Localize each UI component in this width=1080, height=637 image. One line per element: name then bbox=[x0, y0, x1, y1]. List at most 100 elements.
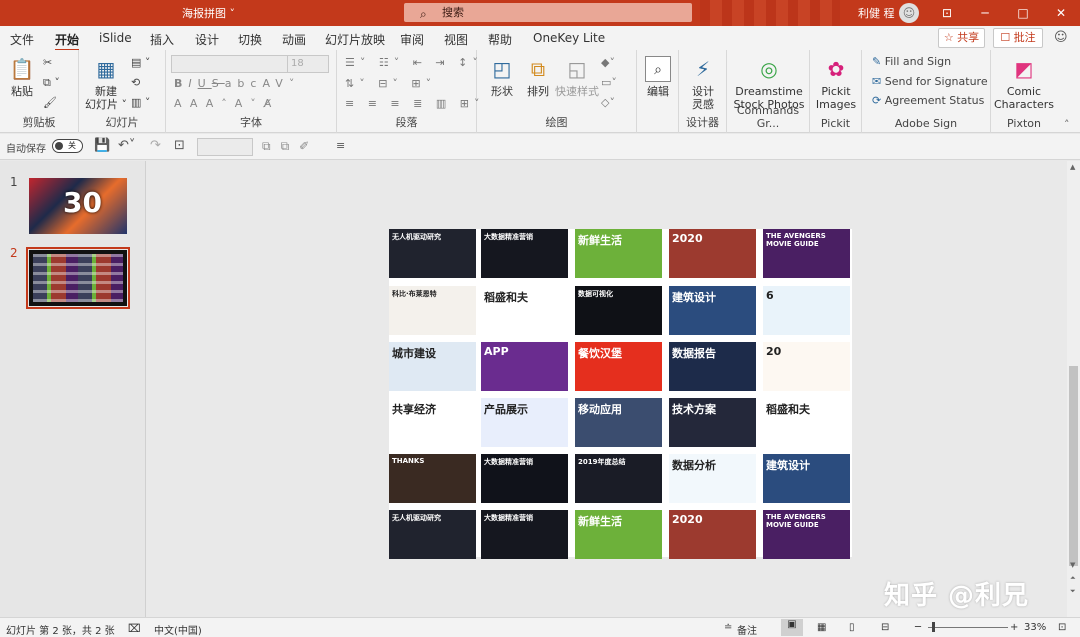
user-name[interactable]: 利健 程 bbox=[858, 5, 895, 21]
collapse-ribbon-icon[interactable]: ˄ bbox=[1064, 118, 1070, 131]
grow-font-button[interactable]: A˄ bbox=[206, 97, 235, 110]
clear-format-button[interactable]: A̸ bbox=[264, 97, 280, 110]
redo-icon[interactable]: ↷ bbox=[150, 138, 161, 153]
slide-tile[interactable]: 6 bbox=[763, 286, 850, 335]
qat-extra-icons[interactable]: ⧉⧉✐ bbox=[262, 139, 319, 154]
slide-thumbnail-1[interactable]: 30 bbox=[29, 178, 127, 234]
bold-button[interactable]: B bbox=[174, 77, 188, 90]
slide-tile[interactable]: THE AVENGERS MOVIE GUIDE bbox=[763, 229, 850, 278]
list-buttons[interactable]: ☰˅ ☷˅ ⇤ ⇥ ↕˅ bbox=[345, 56, 483, 69]
minimize-button[interactable]: ─ bbox=[966, 0, 1004, 26]
notes-icon[interactable]: ≐ bbox=[724, 622, 732, 633]
next-slide-icon[interactable]: ⏷ bbox=[1070, 587, 1076, 596]
slide-tile[interactable]: 新鲜生活 bbox=[575, 510, 662, 559]
editing-button[interactable]: ⌕ 编辑 bbox=[641, 56, 675, 98]
scroll-up-icon[interactable]: ▲ bbox=[1070, 163, 1075, 171]
font-name-combo[interactable] bbox=[171, 55, 289, 73]
notes-button[interactable]: 备注 bbox=[737, 622, 757, 637]
restore-button[interactable]: □ bbox=[1004, 0, 1042, 26]
slide-tile[interactable]: 建筑设计 bbox=[763, 454, 850, 503]
direction-buttons[interactable]: ⇅˅ ⊟˅ ⊞˅ bbox=[345, 77, 436, 90]
customize-qat-icon[interactable]: ≡ bbox=[336, 139, 345, 152]
scrollbar-thumb[interactable] bbox=[1069, 366, 1078, 566]
underline-button[interactable]: U bbox=[198, 77, 212, 90]
slide-tile[interactable]: THE AVENGERS MOVIE GUIDE bbox=[763, 510, 850, 559]
tab-animations[interactable]: 动画 bbox=[282, 31, 306, 48]
italic-button[interactable]: I bbox=[188, 77, 197, 90]
accessibility-icon[interactable]: ⌧ bbox=[128, 622, 141, 635]
tab-insert[interactable]: 插入 bbox=[150, 31, 174, 48]
undo-icon[interactable]: ↶˅ bbox=[118, 138, 135, 153]
zoom-in-icon[interactable]: + bbox=[1010, 622, 1018, 633]
slide-tile[interactable]: 新鲜生活 bbox=[575, 229, 662, 278]
cut-icon[interactable]: ✂ bbox=[43, 56, 52, 69]
presenter-icon[interactable]: ⊡ bbox=[174, 138, 185, 153]
font-size-combo[interactable]: 18 bbox=[287, 55, 329, 73]
char-spacing-button[interactable]: AV˅ bbox=[262, 77, 300, 90]
slide-tile[interactable]: 大数据精准营销 bbox=[481, 510, 568, 559]
fit-slide-icon[interactable]: ⊡ bbox=[1058, 622, 1066, 633]
prev-slide-icon[interactable]: ⏶ bbox=[1070, 574, 1076, 583]
slide-tile[interactable]: 2019年度总结 bbox=[575, 454, 662, 503]
section-icon[interactable]: ▥ ˅ bbox=[131, 96, 150, 109]
qat-combo[interactable] bbox=[197, 138, 253, 156]
close-button[interactable]: ✕ bbox=[1042, 0, 1080, 26]
pickit-button[interactable]: ✿ Pickit Images bbox=[814, 56, 858, 111]
format-painter-icon[interactable]: 🖌 bbox=[43, 96, 57, 109]
save-icon[interactable]: 💾 bbox=[94, 138, 110, 153]
shape-outline-icon[interactable]: ▭˅ bbox=[601, 76, 617, 89]
slide-tile[interactable]: APP bbox=[481, 342, 568, 391]
shadow-button[interactable]: abc bbox=[225, 77, 263, 90]
slide-tile[interactable]: 2020 bbox=[669, 510, 756, 559]
slide-tile[interactable]: 科比·布莱恩特 bbox=[389, 286, 476, 335]
quick-styles-button[interactable]: ◱ 快速样式 bbox=[555, 56, 599, 98]
slide-tile[interactable]: 2020 bbox=[669, 229, 756, 278]
paste-button[interactable]: 📋 粘贴 bbox=[6, 56, 38, 98]
scroll-down-icon[interactable]: ▼ bbox=[1070, 561, 1075, 569]
comments-button[interactable]: ☐ 批注 bbox=[993, 28, 1043, 48]
comic-characters-button[interactable]: ◩ Comic Characters bbox=[993, 56, 1055, 111]
reset-icon[interactable]: ⟲ bbox=[131, 76, 140, 89]
slide-canvas[interactable]: 无人机驱动研究 大数据精准营销 新鲜生活 2020 THE AVENGERS MOVIE… bbox=[389, 229, 852, 559]
language-status[interactable]: 中文(中国) bbox=[154, 622, 202, 637]
design-ideas-button[interactable]: ⚡ 设计 灵感 bbox=[685, 56, 721, 111]
tab-design[interactable]: 设计 bbox=[195, 31, 219, 48]
slide-thumbnail-2[interactable] bbox=[26, 247, 130, 309]
highlight-button[interactable]: A bbox=[174, 97, 190, 110]
slideshow-icon[interactable]: ⊟ bbox=[881, 622, 889, 633]
feedback-smile-icon[interactable]: ☺ bbox=[1054, 30, 1068, 45]
normal-view-icon[interactable]: ▣ bbox=[781, 619, 803, 636]
slide-tile[interactable]: 数据可视化 bbox=[575, 286, 662, 335]
slide-tile[interactable]: 大数据精准营销 bbox=[481, 229, 568, 278]
slide-tile[interactable]: 数据分析 bbox=[669, 454, 756, 503]
copy-icon[interactable]: ⧉ ˅ bbox=[43, 76, 60, 90]
tab-islide[interactable]: iSlide bbox=[99, 31, 132, 45]
shape-fill-icon[interactable]: ◆˅ bbox=[601, 56, 615, 69]
dreamstime-button[interactable]: ◎ Dreamstime Stock Photos bbox=[731, 56, 807, 111]
zoom-level[interactable]: 33% bbox=[1024, 622, 1046, 633]
slide-tile[interactable]: 数据报告 bbox=[669, 342, 756, 391]
slide-tile[interactable]: 城市建设 bbox=[389, 342, 476, 391]
tab-transitions[interactable]: 切换 bbox=[238, 31, 262, 48]
slide-tile[interactable]: 稻盛和夫 bbox=[763, 398, 850, 447]
tab-view[interactable]: 视图 bbox=[444, 31, 468, 48]
slide-tile[interactable]: 建筑设计 bbox=[669, 286, 756, 335]
ribbon-display-button[interactable]: ⊡ bbox=[928, 0, 966, 26]
slide-tile[interactable]: 无人机驱动研究 bbox=[389, 229, 476, 278]
arrange-button[interactable]: ⧉ 排列 bbox=[521, 56, 555, 98]
document-title[interactable]: 海报拼图 ˅ bbox=[182, 5, 235, 21]
slide-tile[interactable]: 移动应用 bbox=[575, 398, 662, 447]
search-box[interactable]: ⌕ 搜索 bbox=[404, 3, 692, 22]
slide-tile[interactable]: 稻盛和夫 bbox=[481, 286, 568, 335]
zoom-slider[interactable] bbox=[928, 627, 1008, 628]
slide-tile[interactable]: 技术方案 bbox=[669, 398, 756, 447]
share-button[interactable]: ☆ 共享 bbox=[938, 28, 985, 48]
zoom-slider-thumb[interactable] bbox=[932, 622, 935, 632]
tab-home[interactable]: 开始 bbox=[55, 31, 80, 52]
slide-tile[interactable]: 20 bbox=[763, 342, 850, 391]
vertical-scrollbar[interactable]: ▲ ▼ ⏶ ⏷ bbox=[1067, 161, 1080, 617]
slide-tile[interactable]: 共享经济 bbox=[389, 398, 476, 447]
send-signature-button[interactable]: ✉ Send for Signature bbox=[872, 75, 988, 88]
zoom-out-icon[interactable]: ─ bbox=[915, 622, 921, 633]
shrink-font-button[interactable]: A˅ bbox=[235, 97, 264, 110]
